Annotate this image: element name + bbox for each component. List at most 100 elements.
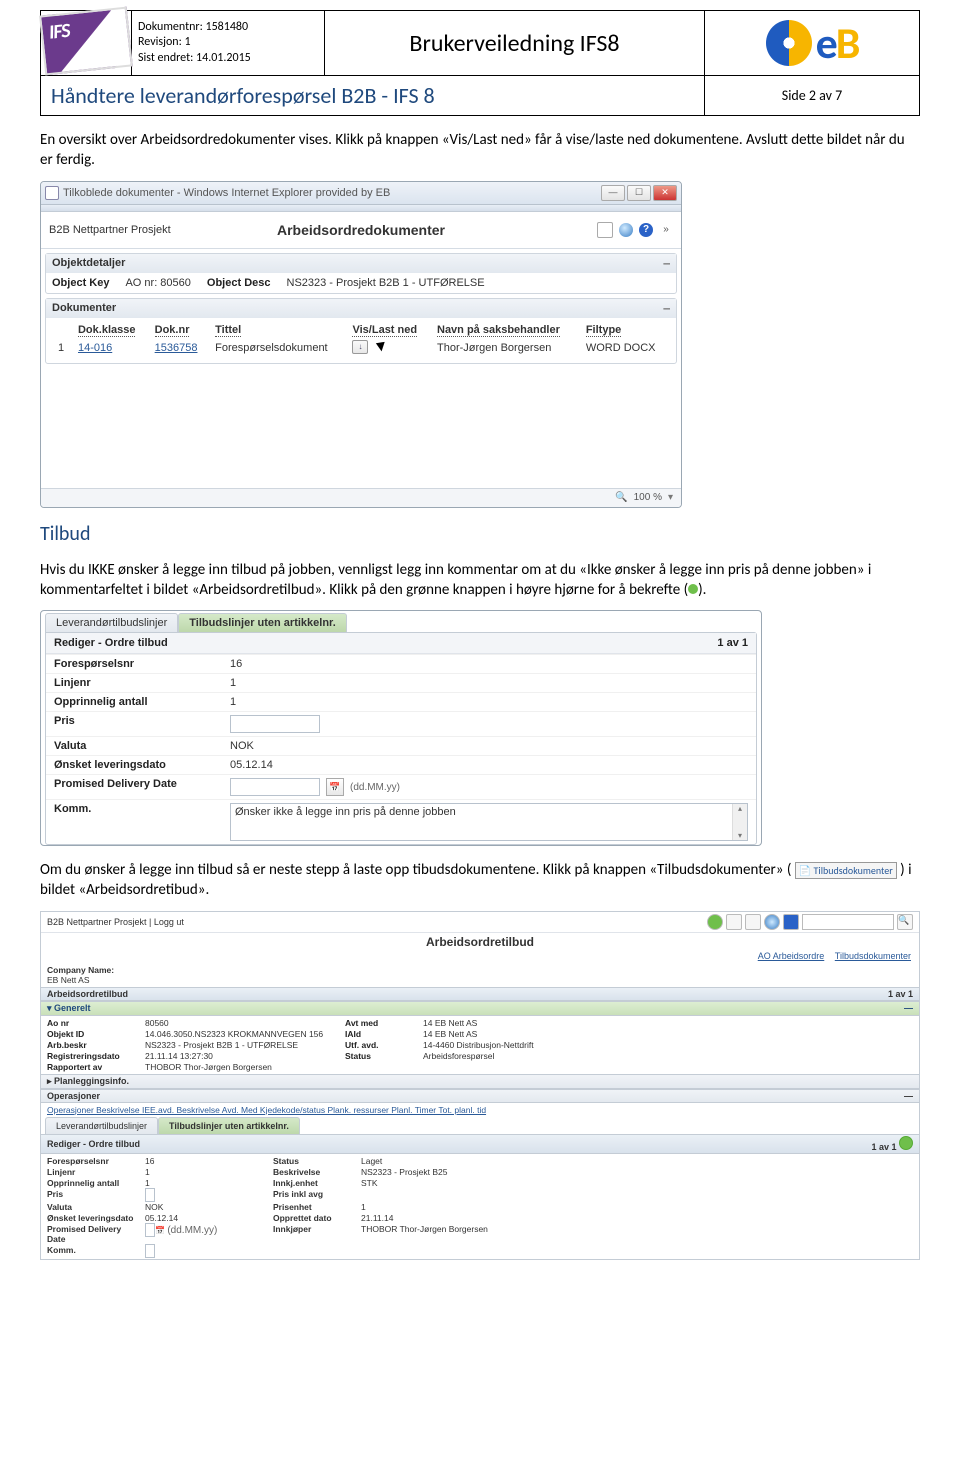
input-promised[interactable] (145, 1223, 155, 1237)
object-key-value: AO nr: 80560 (125, 277, 190, 289)
textarea-komm[interactable]: Ønsker ikke å legge inn pris på denne jo… (230, 803, 748, 841)
status-bar: 🔍 100 % ▾ (41, 488, 681, 507)
help-icon[interactable] (783, 914, 799, 930)
sec-ops[interactable]: Operasjoner (47, 1091, 100, 1101)
v-aonr: 80560 (145, 1018, 337, 1028)
lbl-linjenr: Linjenr (46, 674, 222, 692)
maximize-button[interactable]: ☐ (627, 185, 651, 201)
screenshot-arbeidsordretilbud: B2B Nettpartner Prosjekt | Logg ut 🔍 Arb… (40, 911, 920, 1260)
k: Pris (47, 1189, 137, 1201)
object-desc-label: Object Desc (207, 277, 271, 289)
input-pris[interactable] (145, 1188, 155, 1202)
search-input[interactable] (802, 914, 894, 930)
zoom-dropdown-icon[interactable]: ▾ (668, 492, 673, 503)
document-header: IFS Dokumentnr: 1581480 Revisjon: 1 Sist… (40, 10, 920, 116)
col-tittel[interactable]: Tittel (215, 324, 241, 337)
row-nr[interactable]: 1536758 (149, 338, 209, 359)
lbl-pris: Pris (46, 712, 222, 736)
scroll-up-icon[interactable]: ▴ (733, 804, 747, 813)
scroll-down-icon[interactable]: ▾ (733, 831, 747, 840)
v: 21.11.14 (361, 1213, 589, 1223)
v: NOK (145, 1202, 265, 1212)
tab-tilbudslinjer[interactable]: Tilbudslinjer uten artikkelnr. (178, 613, 347, 632)
sec-plan[interactable]: Planleggingsinfo. (54, 1076, 129, 1086)
collapse-icon[interactable]: — (663, 302, 670, 315)
v-regd: 21.11.14 13:27:30 (145, 1051, 337, 1061)
page-indicator: Side 2 av 7 (782, 87, 842, 104)
row-klasse[interactable]: 14-016 (72, 338, 149, 359)
k-utf: Utf. avd. (345, 1040, 415, 1050)
confirm-green-icon[interactable] (899, 1136, 913, 1150)
object-desc-value: NS2323 - Prosjekt B2B 1 - UTFØRELSE (287, 277, 485, 289)
doc-icon[interactable] (597, 222, 613, 238)
globe-icon[interactable] (619, 223, 633, 237)
help-icon[interactable]: ? (639, 223, 653, 237)
col-vis[interactable]: Vis/Last ned (352, 324, 417, 337)
rev-label: Revisjon: (138, 35, 182, 49)
link-ao[interactable]: AO Arbeidsordre (758, 951, 825, 961)
minimize-button[interactable]: — (601, 185, 625, 201)
k-regd: Registreringsdato (47, 1051, 137, 1061)
col-filtype[interactable]: Filtype (586, 324, 621, 337)
k: Status (273, 1156, 353, 1166)
tilbudsdokumenter-inline-button: 📄 Tilbudsdokumenter (795, 862, 897, 880)
cal-icon[interactable]: 📅 (155, 1226, 165, 1235)
ifs-logo: IFS (39, 7, 133, 76)
close-button[interactable]: ✕ (653, 185, 677, 201)
tab-lin[interactable]: Tilbudslinjer uten artikkelnr. (158, 1117, 300, 1134)
v: 1 (361, 1202, 589, 1212)
confirm-green-icon (688, 584, 698, 594)
k: Innkj.enhet (273, 1178, 353, 1188)
k: Promised Delivery Date (47, 1224, 137, 1244)
k: Pris inkl avg (273, 1189, 353, 1201)
pager2: 1 av 1 (871, 1142, 896, 1152)
row-idx: 1 (52, 338, 72, 359)
screenshot-ordre-tilbud: Leverandørtilbudslinjer Tilbudslinjer ut… (40, 610, 762, 846)
col-navn[interactable]: Navn på saksbehandler (437, 324, 560, 337)
collapse-icon[interactable]: — (663, 257, 670, 270)
collapse-icon[interactable]: — (904, 1091, 913, 1101)
screenshot-dokumenter: Tilkoblede dokumenter - Windows Internet… (40, 181, 682, 508)
cursor-icon (378, 340, 388, 354)
v-arbb: NS2323 - Prosjekt B2B 1 - UTFØRELSE (145, 1040, 337, 1050)
globe-icon[interactable] (764, 914, 780, 930)
doc-subtitle: Håndtere leverandørforespørsel B2B - IFS… (51, 82, 435, 109)
tab-leverandor[interactable]: Leverandørtilbudslinjer (45, 613, 178, 632)
input-promised-date[interactable] (230, 778, 320, 796)
input-pris[interactable] (230, 715, 320, 733)
calendar-icon[interactable]: 📅 (326, 778, 344, 796)
download-button[interactable] (352, 340, 368, 354)
col-nr[interactable]: Dok.nr (155, 324, 190, 337)
refresh-icon[interactable] (745, 914, 761, 930)
zoom-value: 100 % (634, 492, 662, 503)
k-aonr: Ao nr (47, 1018, 137, 1028)
object-key-label: Object Key (52, 277, 109, 289)
tab-lev[interactable]: Leverandørtilbudslinjer (45, 1117, 158, 1134)
val-forespnr: 16 (222, 655, 756, 673)
rev: 1 (185, 35, 191, 49)
textarea-komm[interactable] (145, 1244, 155, 1258)
form-pager: 1 av 1 (717, 637, 748, 649)
form-title: Rediger - Ordre tilbud (54, 637, 168, 649)
lbl-komm: Komm. (46, 800, 222, 844)
date-hint: (dd.MM.yy) (350, 782, 400, 793)
breadcrumb: B2B Nettpartner Prosjekt | Logg ut (47, 917, 184, 927)
confirm-icon[interactable] (707, 914, 723, 930)
link-tilbudsdok[interactable]: Tilbudsdokumenter (835, 951, 911, 961)
search-icon[interactable]: 🔍 (897, 914, 913, 930)
v: 1 (145, 1178, 265, 1188)
doc-icon[interactable] (726, 914, 742, 930)
changed: 14.01.2015 (196, 51, 251, 65)
v: STK (361, 1178, 589, 1188)
eb-swirl-icon (766, 20, 812, 66)
col-klasse[interactable]: Dok.klasse (78, 324, 135, 337)
paragraph-2: Hvis du IKKE ønsker å legge inn tilbud p… (40, 560, 920, 601)
k: Linjenr (47, 1167, 137, 1177)
chevron-icon[interactable]: » (659, 223, 673, 237)
sec-generelt[interactable]: Generelt (54, 1003, 91, 1013)
v (361, 1189, 589, 1201)
collapse-icon[interactable]: — (904, 1003, 913, 1013)
k-avtmed: Avt med (345, 1018, 415, 1028)
val-levdato: 05.12.14 (222, 756, 756, 774)
breadcrumb: B2B Nettpartner Prosjekt (49, 224, 171, 236)
